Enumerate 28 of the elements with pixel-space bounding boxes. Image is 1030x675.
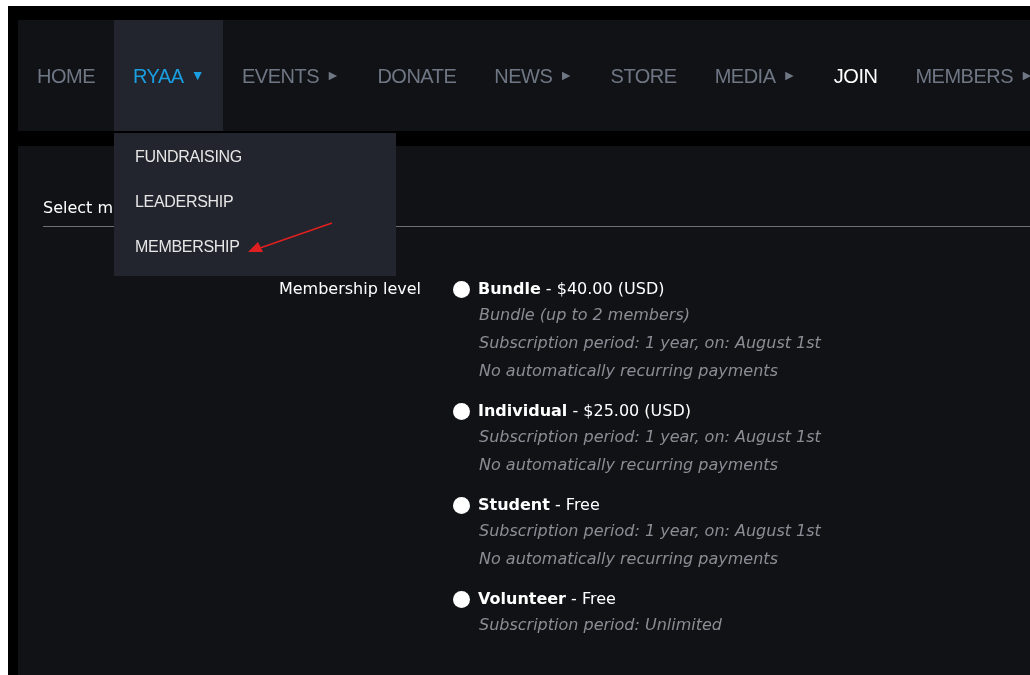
option-title: Student - Free (478, 494, 600, 516)
option-detail: Subscription period: 1 year, on: August 1st (479, 520, 821, 542)
nav-link[interactable]: NEWS ► (475, 20, 592, 131)
nav-link[interactable]: MEMBERS ► (896, 20, 1030, 131)
field-label: Membership level (278, 279, 421, 298)
option-detail: Subscription period: 1 year, on: August 1st (479, 426, 821, 448)
nav-link[interactable]: DONATE (358, 20, 476, 131)
option-title: Individual - $25.00 (USD) (478, 400, 691, 422)
nav-link[interactable]: MEDIA ► (695, 20, 815, 131)
nav-link[interactable]: EVENTS ► (223, 20, 359, 131)
radio-button[interactable] (453, 280, 470, 298)
option-detail: Bundle (up to 2 members) (479, 304, 691, 326)
nav-link[interactable]: RYAA ▼ (114, 20, 223, 131)
radio-button[interactable] (453, 590, 470, 608)
option-detail: Subscription period: Unlimited (479, 614, 723, 636)
nav-link[interactable]: STORE (591, 20, 696, 131)
radio-button[interactable] (453, 496, 470, 514)
option-detail: Subscription period: 1 year, on: August 1st (479, 332, 821, 354)
nav-link[interactable]: HOME (18, 20, 114, 131)
option-detail: No automatically recurring payments (479, 360, 779, 382)
option-title: Volunteer - Free (478, 588, 616, 610)
nav-link[interactable]: JOIN (814, 20, 897, 131)
menu-item[interactable]: MEMBERSHIP (114, 229, 396, 274)
option-title: Bundle - $40.00 (USD) (478, 278, 665, 300)
menu-item[interactable]: FUNDRAISING (114, 139, 396, 184)
option-detail: No automatically recurring payments (479, 454, 779, 476)
option-detail: No automatically recurring payments (479, 548, 779, 570)
radio-button[interactable] (453, 402, 470, 420)
